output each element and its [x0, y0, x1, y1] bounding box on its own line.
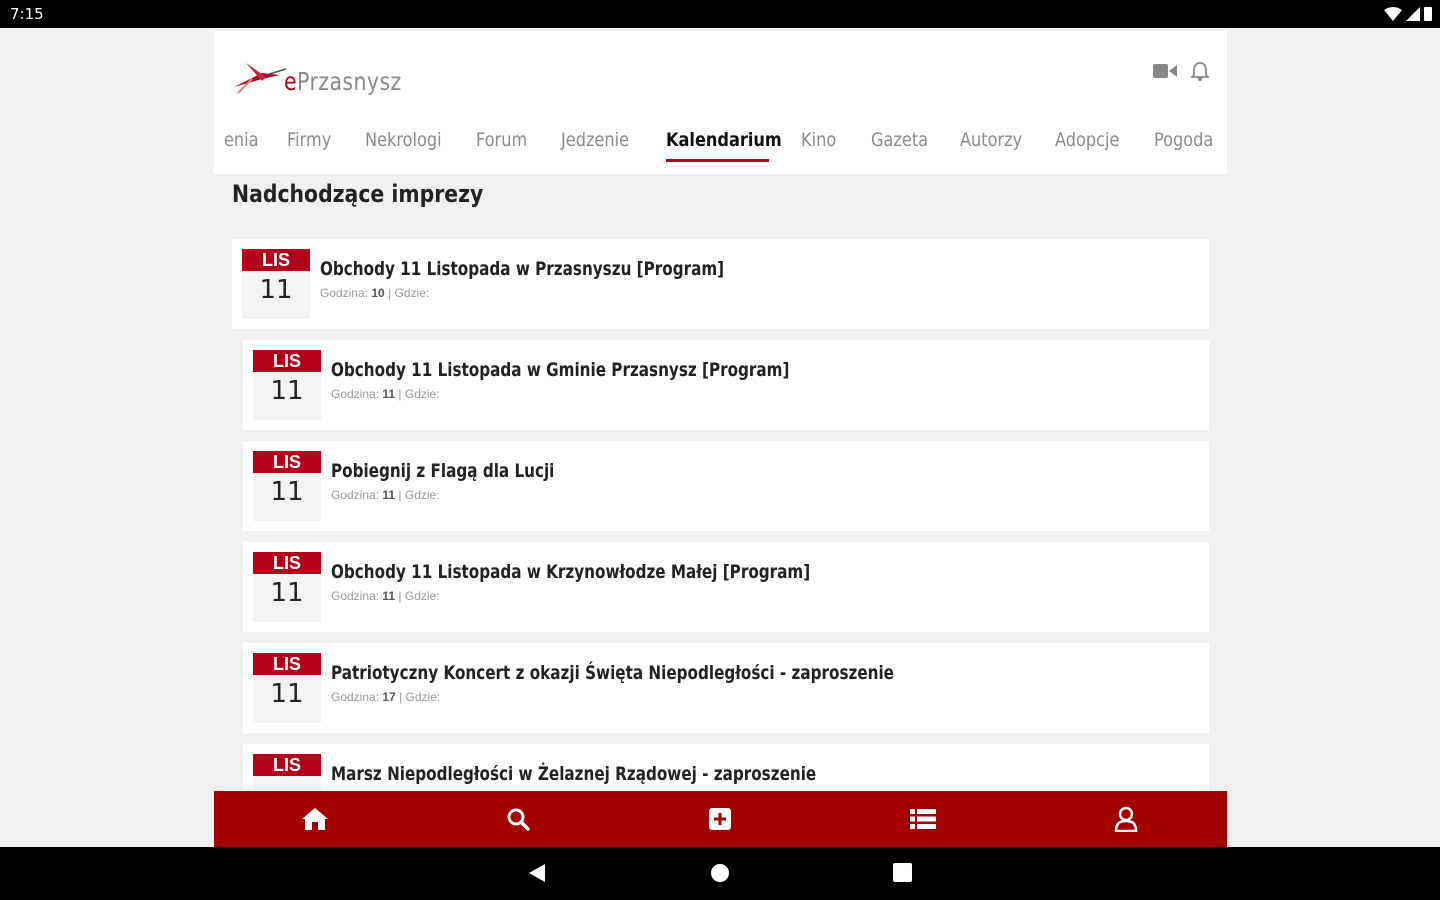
video-icon[interactable]: [1153, 63, 1177, 79]
status-time: 7:15: [10, 5, 44, 23]
hour-label: Godzina:: [331, 690, 380, 704]
place-label: | Gdzie:: [398, 589, 440, 603]
date-badge: LIS 11: [242, 249, 310, 319]
event-card[interactable]: LIS 11 Pobiegnij z Flagą dla Lucji Godzi…: [243, 441, 1209, 531]
search-icon: [507, 808, 530, 831]
place-label: | Gdzie:: [399, 690, 441, 704]
active-tab-indicator: [666, 159, 769, 162]
battery-icon: [1424, 7, 1432, 21]
date-day: 11: [270, 578, 304, 608]
nav-profile[interactable]: [1096, 791, 1156, 847]
system-icons: [1384, 6, 1432, 21]
status-bar: 7:15: [0, 0, 1440, 28]
hour-value: 11: [382, 589, 396, 603]
nav-list[interactable]: [893, 791, 953, 847]
logo-name: Przasnysz: [297, 67, 402, 96]
tab-autorzy[interactable]: Autorzy: [960, 129, 1022, 151]
date-badge: LIS 11: [253, 653, 321, 723]
event-title: Patriotyczny Koncert z okazji Święta Nie…: [331, 662, 894, 684]
date-day: 11: [270, 679, 304, 709]
header-actions: [1153, 61, 1209, 81]
date-month: LIS: [253, 754, 321, 776]
event-card[interactable]: LIS 11 Obchody 11 Listopada w Krzynowłod…: [243, 542, 1209, 632]
date-badge: LIS 11: [253, 451, 321, 521]
event-title: Obchody 11 Listopada w Krzynowłodze Małe…: [331, 561, 811, 583]
tab-kino[interactable]: Kino: [801, 129, 836, 151]
date-month: LIS: [253, 552, 321, 574]
logo-plane-icon: [234, 63, 287, 94]
nav-add[interactable]: [690, 791, 750, 847]
tab-kalendarium[interactable]: Kalendarium: [666, 129, 782, 151]
event-meta: Godzina: 11 | Gdzie:: [331, 589, 440, 603]
date-day: 11: [259, 275, 293, 305]
tab-gazeta[interactable]: Gazeta: [871, 129, 928, 151]
hour-value: 17: [382, 690, 396, 704]
app-header: ePrzasnysz enia Firmy Nekrologi Forum Je…: [214, 31, 1227, 174]
wifi-icon: [1384, 6, 1402, 21]
event-title: Obchody 11 Listopada w Gminie Przasnysz …: [331, 359, 790, 381]
hour-value: 10: [371, 286, 385, 300]
signal-icon: [1406, 6, 1420, 21]
nav-search[interactable]: [488, 791, 548, 847]
tab-forum[interactable]: Forum: [476, 129, 527, 151]
tab-nekrologi[interactable]: Nekrologi: [365, 129, 442, 151]
event-title: Marsz Niepodległości w Żelaznej Rządowej…: [331, 763, 817, 785]
place-label: | Gdzie:: [398, 387, 440, 401]
event-meta: Godzina: 11 | Gdzie:: [331, 387, 440, 401]
bottom-navigation: [214, 791, 1227, 847]
user-icon: [1114, 806, 1137, 832]
event-meta: Godzina: 11 | Gdzie:: [331, 488, 440, 502]
date-month: LIS: [253, 451, 321, 473]
event-title: Pobiegnij z Flagą dla Lucji: [331, 460, 555, 482]
tab-adopcje[interactable]: Adopcje: [1055, 129, 1119, 151]
category-tabs: enia Firmy Nekrologi Forum Jedzenie Kale…: [214, 129, 1227, 169]
app-frame: LIS 11 Obchody 11 Listopada w Przasnyszu…: [214, 28, 1227, 847]
logo-text: ePrzasnysz: [284, 67, 402, 96]
date-month: LIS: [253, 350, 321, 372]
event-card[interactable]: LIS 11 Obchody 11 Listopada w Gminie Prz…: [243, 340, 1209, 430]
place-label: | Gdzie:: [388, 286, 430, 300]
event-card[interactable]: LIS 11 Patriotyczny Koncert z okazji Świ…: [243, 643, 1209, 733]
date-day: 11: [270, 376, 304, 406]
list-icon: [910, 809, 937, 829]
hour-label: Godzina:: [331, 488, 380, 502]
event-meta: Godzina: 17 | Gdzie:: [331, 690, 440, 704]
home-circle-icon[interactable]: [710, 863, 730, 883]
date-month: LIS: [253, 653, 321, 675]
tab-pogoda[interactable]: Pogoda: [1154, 129, 1213, 151]
date-day: 11: [270, 477, 304, 507]
bell-icon[interactable]: [1191, 61, 1209, 81]
logo[interactable]: ePrzasnysz: [232, 57, 412, 99]
hour-label: Godzina:: [331, 387, 380, 401]
date-badge: LIS 11: [253, 552, 321, 622]
logo-prefix: e: [284, 67, 298, 96]
section-title: Nadchodzące imprezy: [232, 180, 484, 208]
hour-label: Godzina:: [320, 286, 369, 300]
hour-value: 11: [382, 387, 396, 401]
event-title: Obchody 11 Listopada w Przasnyszu [Progr…: [320, 258, 725, 280]
home-icon: [302, 808, 329, 830]
back-icon[interactable]: [528, 863, 546, 883]
nav-home[interactable]: [285, 791, 345, 847]
date-badge: LIS 11: [253, 350, 321, 420]
date-month: LIS: [242, 249, 310, 271]
recents-icon[interactable]: [893, 863, 912, 882]
tab-jedzenie[interactable]: Jedzenie: [561, 129, 629, 151]
hour-value: 11: [382, 488, 396, 502]
hour-label: Godzina:: [331, 589, 380, 603]
tab-firmy[interactable]: Firmy: [287, 129, 331, 151]
add-icon: [709, 808, 732, 830]
event-card[interactable]: LIS 11 Obchody 11 Listopada w Przasnyszu…: [232, 239, 1209, 329]
android-navigation-bar: [0, 847, 1440, 900]
tab-enia[interactable]: enia: [224, 129, 259, 151]
event-meta: Godzina: 10 | Gdzie:: [320, 286, 429, 300]
place-label: | Gdzie:: [398, 488, 440, 502]
